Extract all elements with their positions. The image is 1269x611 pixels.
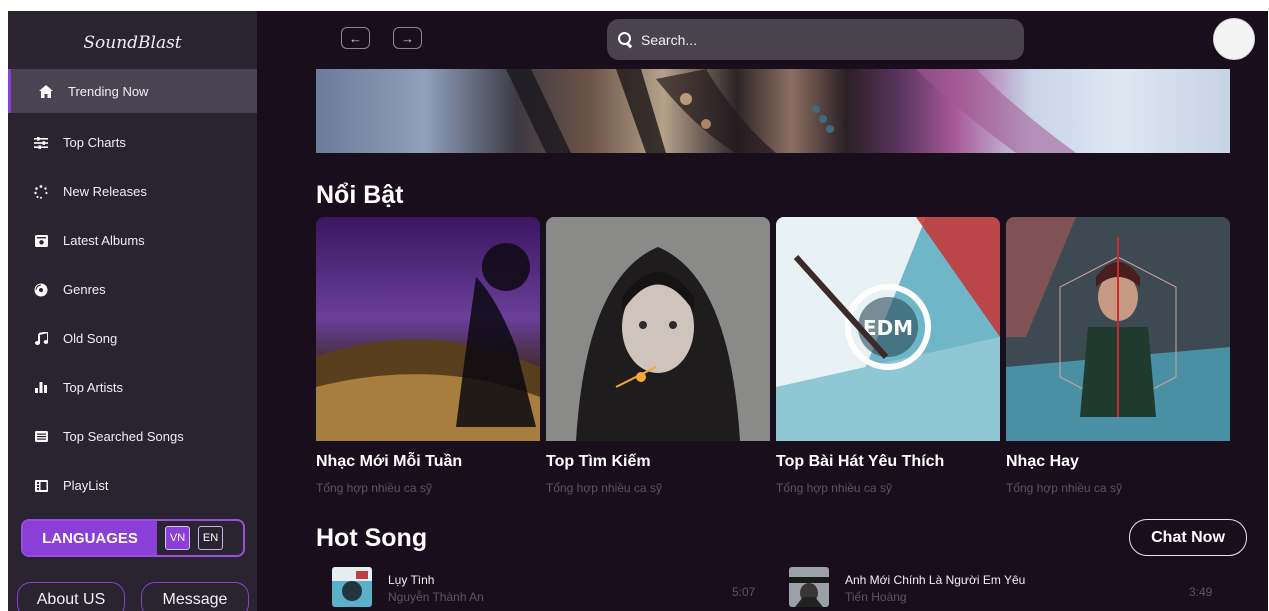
hero-banner[interactable] [316,69,1230,153]
sidebar: SoundBlast Trending Now Top Charts New R… [8,11,257,611]
forward-button[interactable]: → [393,27,422,49]
search-bar[interactable] [607,19,1024,60]
card-subtitle: Tổng hợp nhiều ca sỹ [546,481,662,495]
sidebar-item-label: PlayList [63,478,109,493]
featured-card[interactable]: Nhạc Hay Tổng hợp nhiều ca sỹ [1006,217,1230,507]
chat-now-button[interactable]: Chat Now [1129,519,1247,556]
featured-card[interactable]: Top Tìm Kiếm Tổng hợp nhiều ca sỹ [546,217,770,507]
sidebar-item-label: Top Artists [63,380,123,395]
arrow-right-icon: → [401,30,414,46]
sidebar-item-trending-now[interactable]: Trending Now [8,69,257,113]
languages-label: LANGUAGES [23,521,157,555]
song-thumbnail [332,567,372,607]
arrow-left-icon: ← [349,30,362,46]
card-title: Nhạc Hay [1006,453,1079,470]
sidebar-item-top-artists[interactable]: Top Artists [8,363,257,412]
language-switcher: LANGUAGES VN EN [21,519,245,557]
banner-artwork [506,69,1076,153]
song-title: Lụy Tình [388,573,435,587]
song-duration: 3:49 [1189,585,1213,599]
sidebar-item-label: New Releases [63,184,147,199]
sidebar-item-new-releases[interactable]: New Releases [8,167,257,216]
language-vn-button[interactable]: VN [165,526,190,550]
card-artwork [546,217,770,441]
featured-section-title: Nổi Bật [316,181,404,209]
song-artist: Nguyễn Thành An [388,590,484,604]
featured-cards: Nhạc Mới Mỗi Tuần Tổng hợp nhiều ca sỹ T… [316,217,1230,507]
avatar[interactable] [1213,18,1255,60]
song-info: Anh Mới Chính Là Người Em Yêu Tiến Hoàng [845,567,1025,604]
sidebar-item-label: Top Charts [63,135,126,150]
song-info: Lụy Tình Nguyễn Thành An [388,567,484,604]
song-row[interactable]: Lụy Tình Nguyễn Thành An 5:07 [332,567,772,611]
song-title: Anh Mới Chính Là Người Em Yêu [845,573,1026,587]
sidebar-item-label: Genres [63,282,106,297]
song-artist: Tiến Hoàng [845,590,907,604]
card-artwork [1006,217,1230,441]
sidebar-item-genres[interactable]: Genres [8,265,257,314]
card-title: Top Bài Hát Yêu Thích [776,453,945,470]
bar-chart-icon [33,380,49,396]
search-input[interactable] [641,31,1001,48]
card-title: Nhạc Mới Mỗi Tuần [316,453,463,470]
card-artwork [316,217,540,441]
search-icon [617,31,635,49]
song-row[interactable]: Anh Mới Chính Là Người Em Yêu Tiến Hoàng… [789,567,1229,611]
card-subtitle: Tổng hợp nhiều ca sỹ [776,481,892,495]
brand-logo[interactable]: SoundBlast [8,33,257,53]
home-icon [38,83,54,99]
sidebar-item-playlist[interactable]: PlayList [8,461,257,510]
sidebar-item-top-charts[interactable]: Top Charts [8,118,257,167]
sidebar-item-top-searched-songs[interactable]: Top Searched Songs [8,412,257,461]
sidebar-item-label: Old Song [63,331,118,346]
sliders-icon [33,135,49,151]
app-window: SoundBlast Trending Now Top Charts New R… [8,11,1268,611]
card-subtitle: Tổng hợp nhiều ca sỹ [1006,481,1122,495]
language-en-button[interactable]: EN [198,526,223,550]
about-us-button[interactable]: About US [17,582,125,611]
sidebar-item-old-song[interactable]: Old Song [8,314,257,363]
sidebar-item-latest-albums[interactable]: Latest Albums [8,216,257,265]
compact-disc-icon [33,282,49,298]
card-artwork: EDM [776,217,1000,441]
playlist-icon [33,478,49,494]
spinner-icon [33,184,49,200]
hot-song-section-title: Hot Song [316,524,428,552]
back-button[interactable]: ← [341,27,370,49]
featured-card[interactable]: Nhạc Mới Mỗi Tuần Tổng hợp nhiều ca sỹ [316,217,540,507]
card-title: Top Tìm Kiếm [546,453,651,470]
album-icon [33,233,49,249]
sidebar-nav: Trending Now Top Charts New Releases Lat… [8,69,257,510]
music-note-icon [33,331,49,347]
card-subtitle: Tổng hợp nhiều ca sỹ [316,481,432,495]
list-box-icon [33,429,49,445]
sidebar-item-label: Top Searched Songs [63,429,184,444]
song-thumbnail [789,567,829,607]
featured-card[interactable]: EDM Top Bài Hát Yêu Thích Tổng hợp nhiều… [776,217,1000,507]
message-button[interactable]: Message [141,582,249,611]
sidebar-item-label: Trending Now [68,83,149,99]
sidebar-item-label: Latest Albums [63,233,145,248]
song-duration: 5:07 [732,585,756,599]
